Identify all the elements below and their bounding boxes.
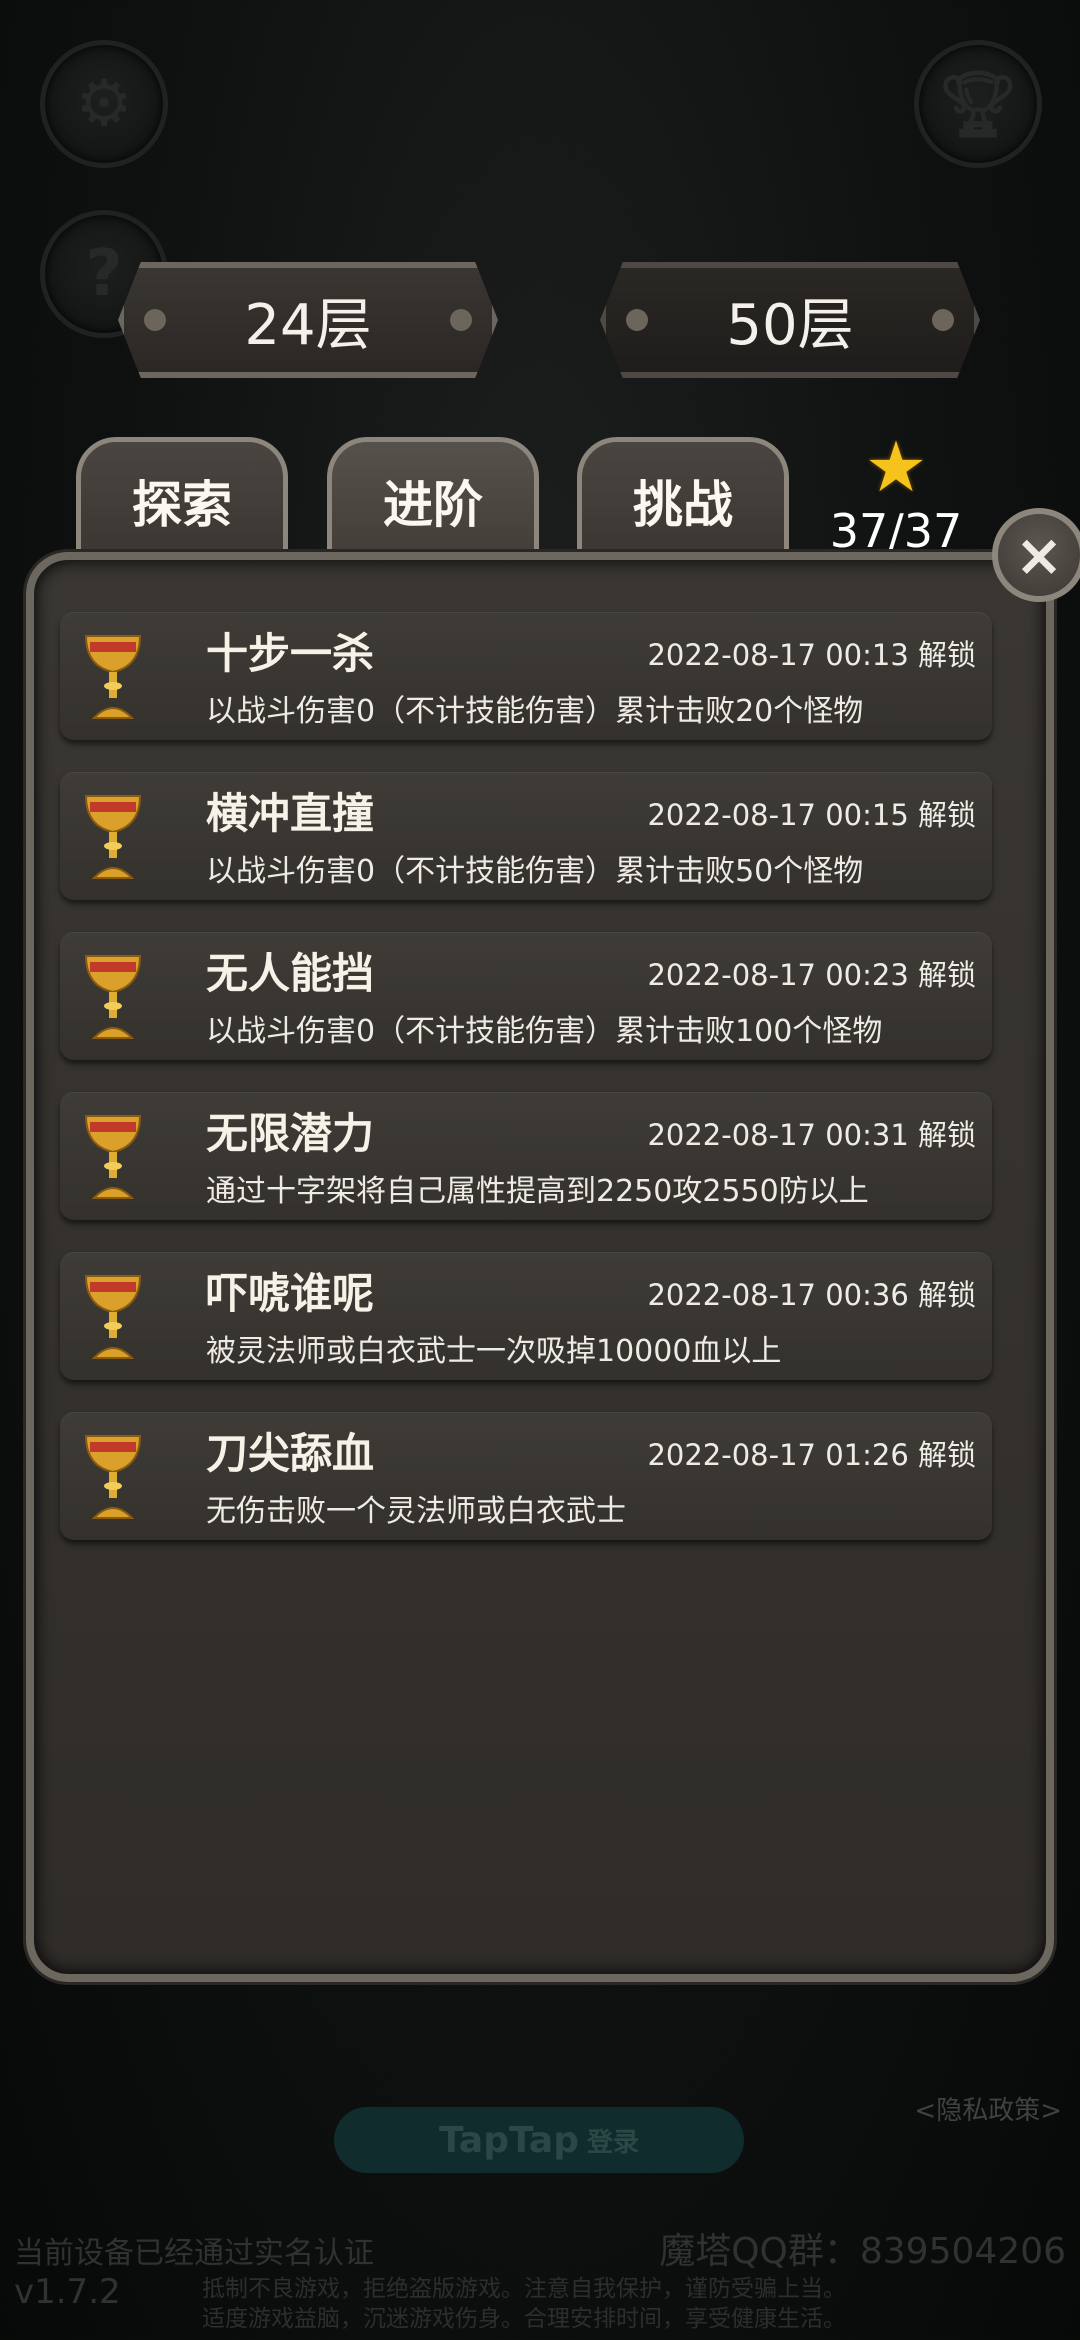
close-icon: × — [1014, 521, 1064, 589]
achievement-unlock-time: 2022-08-17 00:31 解锁 — [647, 1118, 976, 1152]
achievement-name: 横冲直撞 — [206, 789, 375, 838]
trophy-icon: 🏆︎ — [937, 67, 1019, 142]
achievement-item: 刀尖舔血 2022-08-17 01:26 解锁 无伤击败一个灵法师或白衣武士 — [60, 1412, 992, 1540]
trophy-button[interactable]: 🏆︎ — [914, 40, 1042, 168]
close-button[interactable]: × — [992, 508, 1080, 602]
qq-group-info: 魔塔QQ群：839504206 — [659, 2231, 1066, 2272]
achievement-description: 以战斗伤害0（不计技能伤害）累计击败20个怪物 — [206, 694, 864, 729]
golden-chalice-icon — [84, 795, 142, 879]
achievement-item: 十步一杀 2022-08-17 00:13 解锁 以战斗伤害0（不计技能伤害）累… — [60, 612, 992, 740]
achievement-unlock-time: 2022-08-17 00:15 解锁 — [647, 798, 976, 832]
gear-icon: ⚙ — [75, 67, 133, 141]
realname-status: 当前设备已经通过实名认证 — [14, 2236, 374, 2271]
achievement-name: 刀尖舔血 — [206, 1429, 375, 1478]
health-notice-line: 抵制不良游戏，拒绝盗版游戏。注意自我保护，谨防受骗上当。 — [202, 2276, 846, 2302]
achievement-unlock-time: 2022-08-17 00:23 解锁 — [647, 958, 976, 992]
taptap-logo: TapTap — [439, 2119, 579, 2161]
achievement-description: 被灵法师或白衣武士一次吸掉10000血以上 — [206, 1334, 782, 1369]
current-floor-label: 24层 — [244, 292, 372, 358]
golden-chalice-icon — [84, 1115, 142, 1199]
settings-button[interactable]: ⚙ — [40, 40, 168, 168]
achievement-description: 以战斗伤害0（不计技能伤害）累计击败50个怪物 — [206, 854, 864, 889]
achievement-item: 无人能挡 2022-08-17 00:23 解锁 以战斗伤害0（不计技能伤害）累… — [60, 932, 992, 1060]
achievement-name: 吓唬谁呢 — [206, 1269, 375, 1318]
current-floor-plaque: 24层 — [118, 262, 498, 378]
achievement-unlock-time: 2022-08-17 01:26 解锁 — [647, 1438, 976, 1472]
privacy-policy-link[interactable]: <隐私政策> — [914, 2090, 1062, 2127]
tab-label: 挑战 — [633, 475, 733, 534]
achievement-item: 横冲直撞 2022-08-17 00:15 解锁 以战斗伤害0（不计技能伤害）累… — [60, 772, 992, 900]
achievement-item: 吓唬谁呢 2022-08-17 00:36 解锁 被灵法师或白衣武士一次吸掉10… — [60, 1252, 992, 1380]
achievement-description: 通过十字架将自己属性提高到2250攻2550防以上 — [206, 1174, 869, 1209]
taptap-login-button[interactable]: TapTap 登录 — [334, 2107, 744, 2173]
achievement-item: 无限潜力 2022-08-17 00:31 解锁 通过十字架将自己属性提高到22… — [60, 1092, 992, 1220]
rivet-left — [144, 309, 166, 331]
question-icon: ? — [85, 237, 123, 311]
tab-label: 探索 — [132, 475, 232, 534]
achievement-name: 无限潜力 — [206, 1109, 375, 1158]
tab-label: 进阶 — [383, 475, 483, 534]
login-label: 登录 — [586, 2127, 639, 2158]
version-label: v1.7.2 — [14, 2272, 121, 2312]
rivet-left — [626, 309, 648, 331]
rivet-right — [450, 309, 472, 331]
golden-chalice-icon — [84, 635, 142, 719]
tab-explore[interactable]: 探索 — [76, 437, 288, 559]
health-notice: 抵制不良游戏，拒绝盗版游戏。注意自我保护，谨防受骗上当。 适度游戏益脑，沉迷游戏… — [202, 2274, 846, 2334]
achievement-list: 十步一杀 2022-08-17 00:13 解锁 以战斗伤害0（不计技能伤害）累… — [60, 612, 992, 1572]
star-counter: ★ 37/37 — [826, 432, 966, 558]
tab-advanced[interactable]: 进阶 — [327, 437, 539, 559]
star-count: 37/37 — [829, 504, 963, 558]
achievement-name: 十步一杀 — [206, 629, 375, 678]
max-floor-label: 50层 — [726, 292, 854, 358]
golden-chalice-icon — [84, 1435, 142, 1519]
golden-chalice-icon — [84, 955, 142, 1039]
golden-chalice-icon — [84, 1275, 142, 1359]
star-icon: ★ — [864, 426, 928, 508]
achievement-name: 无人能挡 — [206, 949, 375, 998]
achievement-description: 以战斗伤害0（不计技能伤害）累计击败100个怪物 — [206, 1014, 883, 1049]
tab-challenge[interactable]: 挑战 — [577, 437, 789, 559]
achievement-unlock-time: 2022-08-17 00:13 解锁 — [647, 638, 976, 672]
achievement-description: 无伤击败一个灵法师或白衣武士 — [206, 1494, 626, 1529]
health-notice-line: 适度游戏益脑，沉迷游戏伤身。合理安排时间，享受健康生活。 — [202, 2306, 846, 2332]
max-floor-plaque: 50层 — [600, 262, 980, 378]
achievement-unlock-time: 2022-08-17 00:36 解锁 — [647, 1278, 976, 1312]
rivet-right — [932, 309, 954, 331]
